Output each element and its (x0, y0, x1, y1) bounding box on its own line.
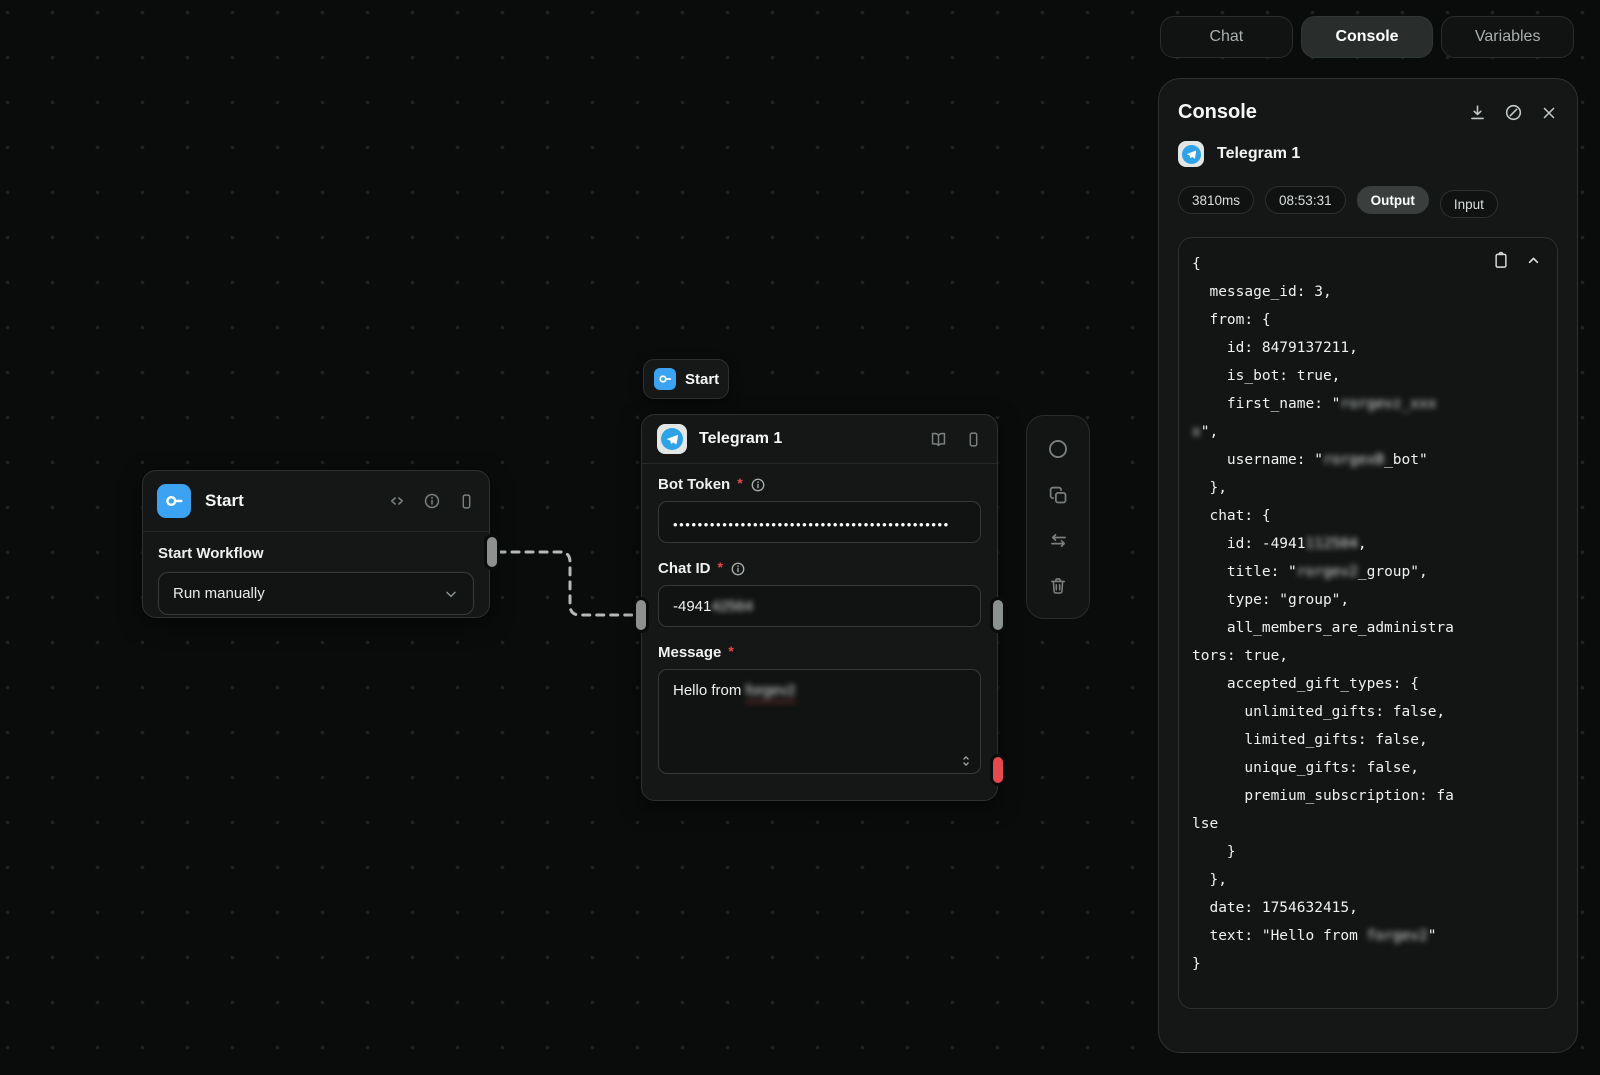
collapse-chevron-icon[interactable] (1525, 251, 1542, 269)
tab-variables[interactable]: Variables (1441, 16, 1574, 58)
input-tab-badge[interactable]: Input (1440, 190, 1498, 218)
info-icon[interactable] (730, 561, 746, 577)
chevron-down-icon (443, 586, 459, 602)
telegram-node-output-handle[interactable] (993, 600, 1003, 630)
code-line: date: 1754632415, (1192, 894, 1551, 922)
code-line: all_members_are_administra (1192, 614, 1551, 642)
copy-clipboard-icon[interactable] (1492, 251, 1510, 269)
swap-arrows-icon[interactable] (1048, 530, 1069, 551)
code-line: is_bot: true, (1192, 362, 1551, 390)
code-line: id: 8479137211, (1192, 334, 1551, 362)
start-output-badge[interactable]: Start (643, 359, 729, 399)
code-line: lse (1192, 810, 1551, 838)
resize-vertical-icon[interactable] (959, 754, 973, 768)
deactivate-circle-icon[interactable] (1047, 438, 1069, 460)
info-icon[interactable] (750, 477, 766, 493)
start-icon (654, 368, 676, 390)
start-node-output-handle[interactable] (487, 537, 497, 567)
start-icon (157, 484, 191, 518)
code-line: tors: true, (1192, 642, 1551, 670)
start-node-title: Start (205, 491, 244, 511)
bot-token-input[interactable]: ••••••••••••••••••••••••••••••••••••••••… (658, 501, 981, 543)
chat-id-input[interactable]: -494142564 (658, 585, 981, 627)
panel-tabs: Chat Console Variables (1160, 16, 1574, 58)
code-line: unlimited_gifts: false, (1192, 698, 1551, 726)
bot-token-masked-value: ••••••••••••••••••••••••••••••••••••••••… (673, 517, 950, 532)
code-line: x", (1192, 418, 1551, 446)
required-marker: * (728, 643, 733, 659)
required-marker: * (737, 475, 742, 491)
run-mode-select[interactable]: Run manually (158, 572, 474, 615)
download-icon[interactable] (1468, 103, 1487, 122)
start-node-header[interactable]: Start (143, 471, 489, 531)
trash-icon[interactable] (1048, 576, 1068, 596)
message-label: Message (658, 644, 721, 661)
node-toolbar (1026, 415, 1090, 619)
tab-console[interactable]: Console (1301, 16, 1434, 58)
bot-token-label: Bot Token (658, 476, 730, 493)
telegram-node-error-handle[interactable] (993, 757, 1003, 783)
message-redacted: forgev2 (746, 682, 796, 699)
docs-book-icon[interactable] (929, 430, 948, 449)
chat-id-value: -4941 (673, 598, 711, 615)
code-line: type: "group", (1192, 586, 1551, 614)
start-node[interactable]: Start Start Workflow Run manually (142, 470, 490, 618)
telegram-node[interactable]: Telegram 1 Bot Token * •••••••••••••••••… (641, 414, 998, 801)
code-line: text: "Hello from forgev2" (1192, 922, 1551, 950)
run-mode-value: Run manually (173, 585, 265, 602)
console-output-block[interactable]: { message_id: 3, from: { id: 8479137211,… (1178, 237, 1558, 1009)
console-panel-title: Console (1178, 101, 1257, 124)
code-line: accepted_gift_types: { (1192, 670, 1551, 698)
tab-chat[interactable]: Chat (1160, 16, 1293, 58)
start-badge-label: Start (685, 371, 719, 388)
clear-console-icon[interactable] (1504, 103, 1523, 122)
code-line: message_id: 3, (1192, 278, 1551, 306)
code-line: title: "rorgev2_group", (1192, 558, 1551, 586)
console-json: { message_id: 3, from: { id: 8479137211,… (1192, 250, 1551, 978)
console-node-row[interactable]: Telegram 1 (1178, 141, 1558, 167)
code-line: }, (1192, 474, 1551, 502)
code-line: } (1192, 838, 1551, 866)
close-icon[interactable] (1540, 104, 1558, 122)
chat-id-redacted: 42564 (711, 598, 753, 615)
duration-badge: 3810ms (1178, 186, 1254, 214)
duplicate-icon[interactable] (1048, 485, 1069, 506)
telegram-node-title: Telegram 1 (699, 430, 782, 448)
telegram-node-header[interactable]: Telegram 1 (642, 415, 997, 463)
code-line: from: { (1192, 306, 1551, 334)
code-line: first_name: "rorgevz_xxx (1192, 390, 1551, 418)
code-line: chat: { (1192, 502, 1551, 530)
output-tab-badge[interactable]: Output (1357, 186, 1429, 214)
code-line: username: "rorgexB_bot" (1192, 446, 1551, 474)
telegram-icon (1178, 141, 1204, 167)
chat-id-label: Chat ID (658, 560, 711, 577)
code-icon[interactable] (388, 492, 406, 510)
message-textarea[interactable]: Hello from forgev2 (658, 669, 981, 774)
console-node-name: Telegram 1 (1217, 145, 1300, 163)
code-line: unique_gifts: false, (1192, 754, 1551, 782)
start-workflow-label: Start Workflow (158, 545, 474, 562)
code-line: premium_subscription: fa (1192, 782, 1551, 810)
code-line: }, (1192, 866, 1551, 894)
panel-icon[interactable] (458, 493, 475, 510)
code-line: id: -4941112504, (1192, 530, 1551, 558)
console-panel: Console Telegram 1 3810ms 08:53:31 Outpu… (1158, 78, 1578, 1053)
timestamp-badge: 08:53:31 (1265, 186, 1346, 214)
required-marker: * (718, 559, 723, 575)
panel-icon[interactable] (965, 431, 982, 448)
info-icon[interactable] (423, 492, 441, 510)
telegram-node-input-handle[interactable] (636, 600, 646, 630)
code-line: } (1192, 950, 1551, 978)
message-value: Hello from (673, 682, 746, 699)
code-line: limited_gifts: false, (1192, 726, 1551, 754)
telegram-icon (657, 424, 687, 454)
